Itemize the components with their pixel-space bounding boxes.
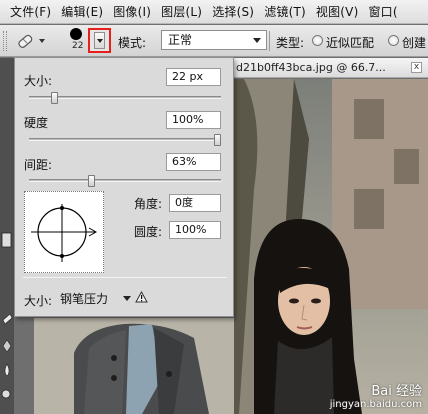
type-radio-proximity-label: 近似匹配 xyxy=(326,36,375,50)
document-title: d21b0ff43bca.jpg @ 66.7... xyxy=(236,61,386,74)
size-slider-thumb[interactable] xyxy=(51,92,59,104)
brush-preset-panel: 大小: 22 px 硬度 100% 间距: 63% 角度: 0度 圆度: 100… xyxy=(14,57,234,317)
menu-file[interactable]: 文件(F) xyxy=(10,3,51,20)
menu-view[interactable]: 视图(V) xyxy=(316,3,359,20)
type-radio-proximity[interactable] xyxy=(312,35,323,46)
chevron-down-icon xyxy=(96,38,103,43)
menu-select[interactable]: 选择(S) xyxy=(212,3,254,20)
brush-tip-icon[interactable] xyxy=(70,28,82,40)
brush-tip-preview[interactable] xyxy=(24,191,104,273)
tool-preset-picker[interactable] xyxy=(14,30,50,52)
menu-edit[interactable]: 编辑(E) xyxy=(61,3,103,20)
watermark-main: Bai 经验 xyxy=(371,384,422,399)
hardness-slider-thumb[interactable] xyxy=(214,134,221,146)
photo-bottom-region xyxy=(34,318,234,414)
divider xyxy=(269,31,270,51)
type-radio-create-label: 创建 xyxy=(402,36,427,50)
dodge-tool-icon xyxy=(1,389,11,399)
menu-filter[interactable]: 滤镜(T) xyxy=(264,3,306,20)
warning-icon xyxy=(135,291,148,303)
chevron-down-icon xyxy=(39,39,45,43)
pressure-size-label: 大小: xyxy=(24,294,53,308)
spacing-slider-thumb[interactable] xyxy=(88,175,96,187)
document-tab[interactable]: d21b0ff43bca.jpg @ 66.7... x xyxy=(234,58,428,78)
size-input[interactable]: 22 px xyxy=(166,68,221,86)
brush-picker-button[interactable] xyxy=(88,28,111,53)
type-radio-create[interactable] xyxy=(388,35,399,46)
image-canvas[interactable]: Bai 经验 jingyan.baidu.com xyxy=(234,79,428,414)
hardness-input[interactable]: 100% xyxy=(166,111,221,129)
angle-input[interactable]: 0度 xyxy=(169,194,221,212)
photo-woman xyxy=(234,79,428,414)
blur-tool-icon xyxy=(4,363,10,377)
panel-divider xyxy=(23,277,227,278)
spacing-input[interactable]: 63% xyxy=(166,153,221,171)
angle-roundness-icon xyxy=(31,204,98,262)
menu-layer[interactable]: 图层(L) xyxy=(161,3,202,20)
spot-healing-brush-icon xyxy=(18,34,33,48)
spacing-slider-track[interactable] xyxy=(29,179,221,182)
type-label: 类型: xyxy=(276,36,305,50)
mode-label: 模式: xyxy=(118,36,147,50)
menu-window[interactable]: 窗口( xyxy=(368,3,397,20)
mode-select-value: 正常 xyxy=(168,33,193,47)
eraser-tool-icon xyxy=(2,313,13,325)
options-bar: 22 模式: 正常 类型: 近似匹配 创建 xyxy=(0,25,428,57)
tools-icons xyxy=(1,232,13,399)
brush-size-readout: 22 xyxy=(72,41,84,51)
spacing-label: 间距: xyxy=(24,158,53,172)
tools-panel xyxy=(0,58,14,414)
pressure-size-select[interactable]: 钢笔压力 xyxy=(58,290,134,308)
photo-jacket xyxy=(34,318,234,414)
hardness-label: 硬度 xyxy=(24,116,49,130)
pressure-size-value: 钢笔压力 xyxy=(60,292,109,306)
hardness-slider-track[interactable] xyxy=(29,138,221,141)
chevron-down-icon xyxy=(253,38,261,43)
close-icon[interactable]: x xyxy=(411,62,422,73)
watermark: Bai 经验 jingyan.baidu.com xyxy=(330,380,422,410)
chevron-down-icon xyxy=(123,296,131,301)
menu-bar: 文件(F) 编辑(E) 图像(I) 图层(L) 选择(S) 滤镜(T) 视图(V… xyxy=(0,0,428,24)
options-grip[interactable] xyxy=(3,31,7,51)
roundness-input[interactable]: 100% xyxy=(169,221,221,239)
tool-dodge-icon xyxy=(1,232,12,248)
size-label: 大小: xyxy=(24,74,53,88)
angle-label: 角度: xyxy=(134,197,163,211)
watermark-url: jingyan.baidu.com xyxy=(329,399,422,410)
menu-image[interactable]: 图像(I) xyxy=(113,3,151,20)
paint-bucket-icon xyxy=(2,339,12,353)
roundness-label: 圆度: xyxy=(134,225,163,239)
mode-select[interactable]: 正常 xyxy=(161,30,267,50)
